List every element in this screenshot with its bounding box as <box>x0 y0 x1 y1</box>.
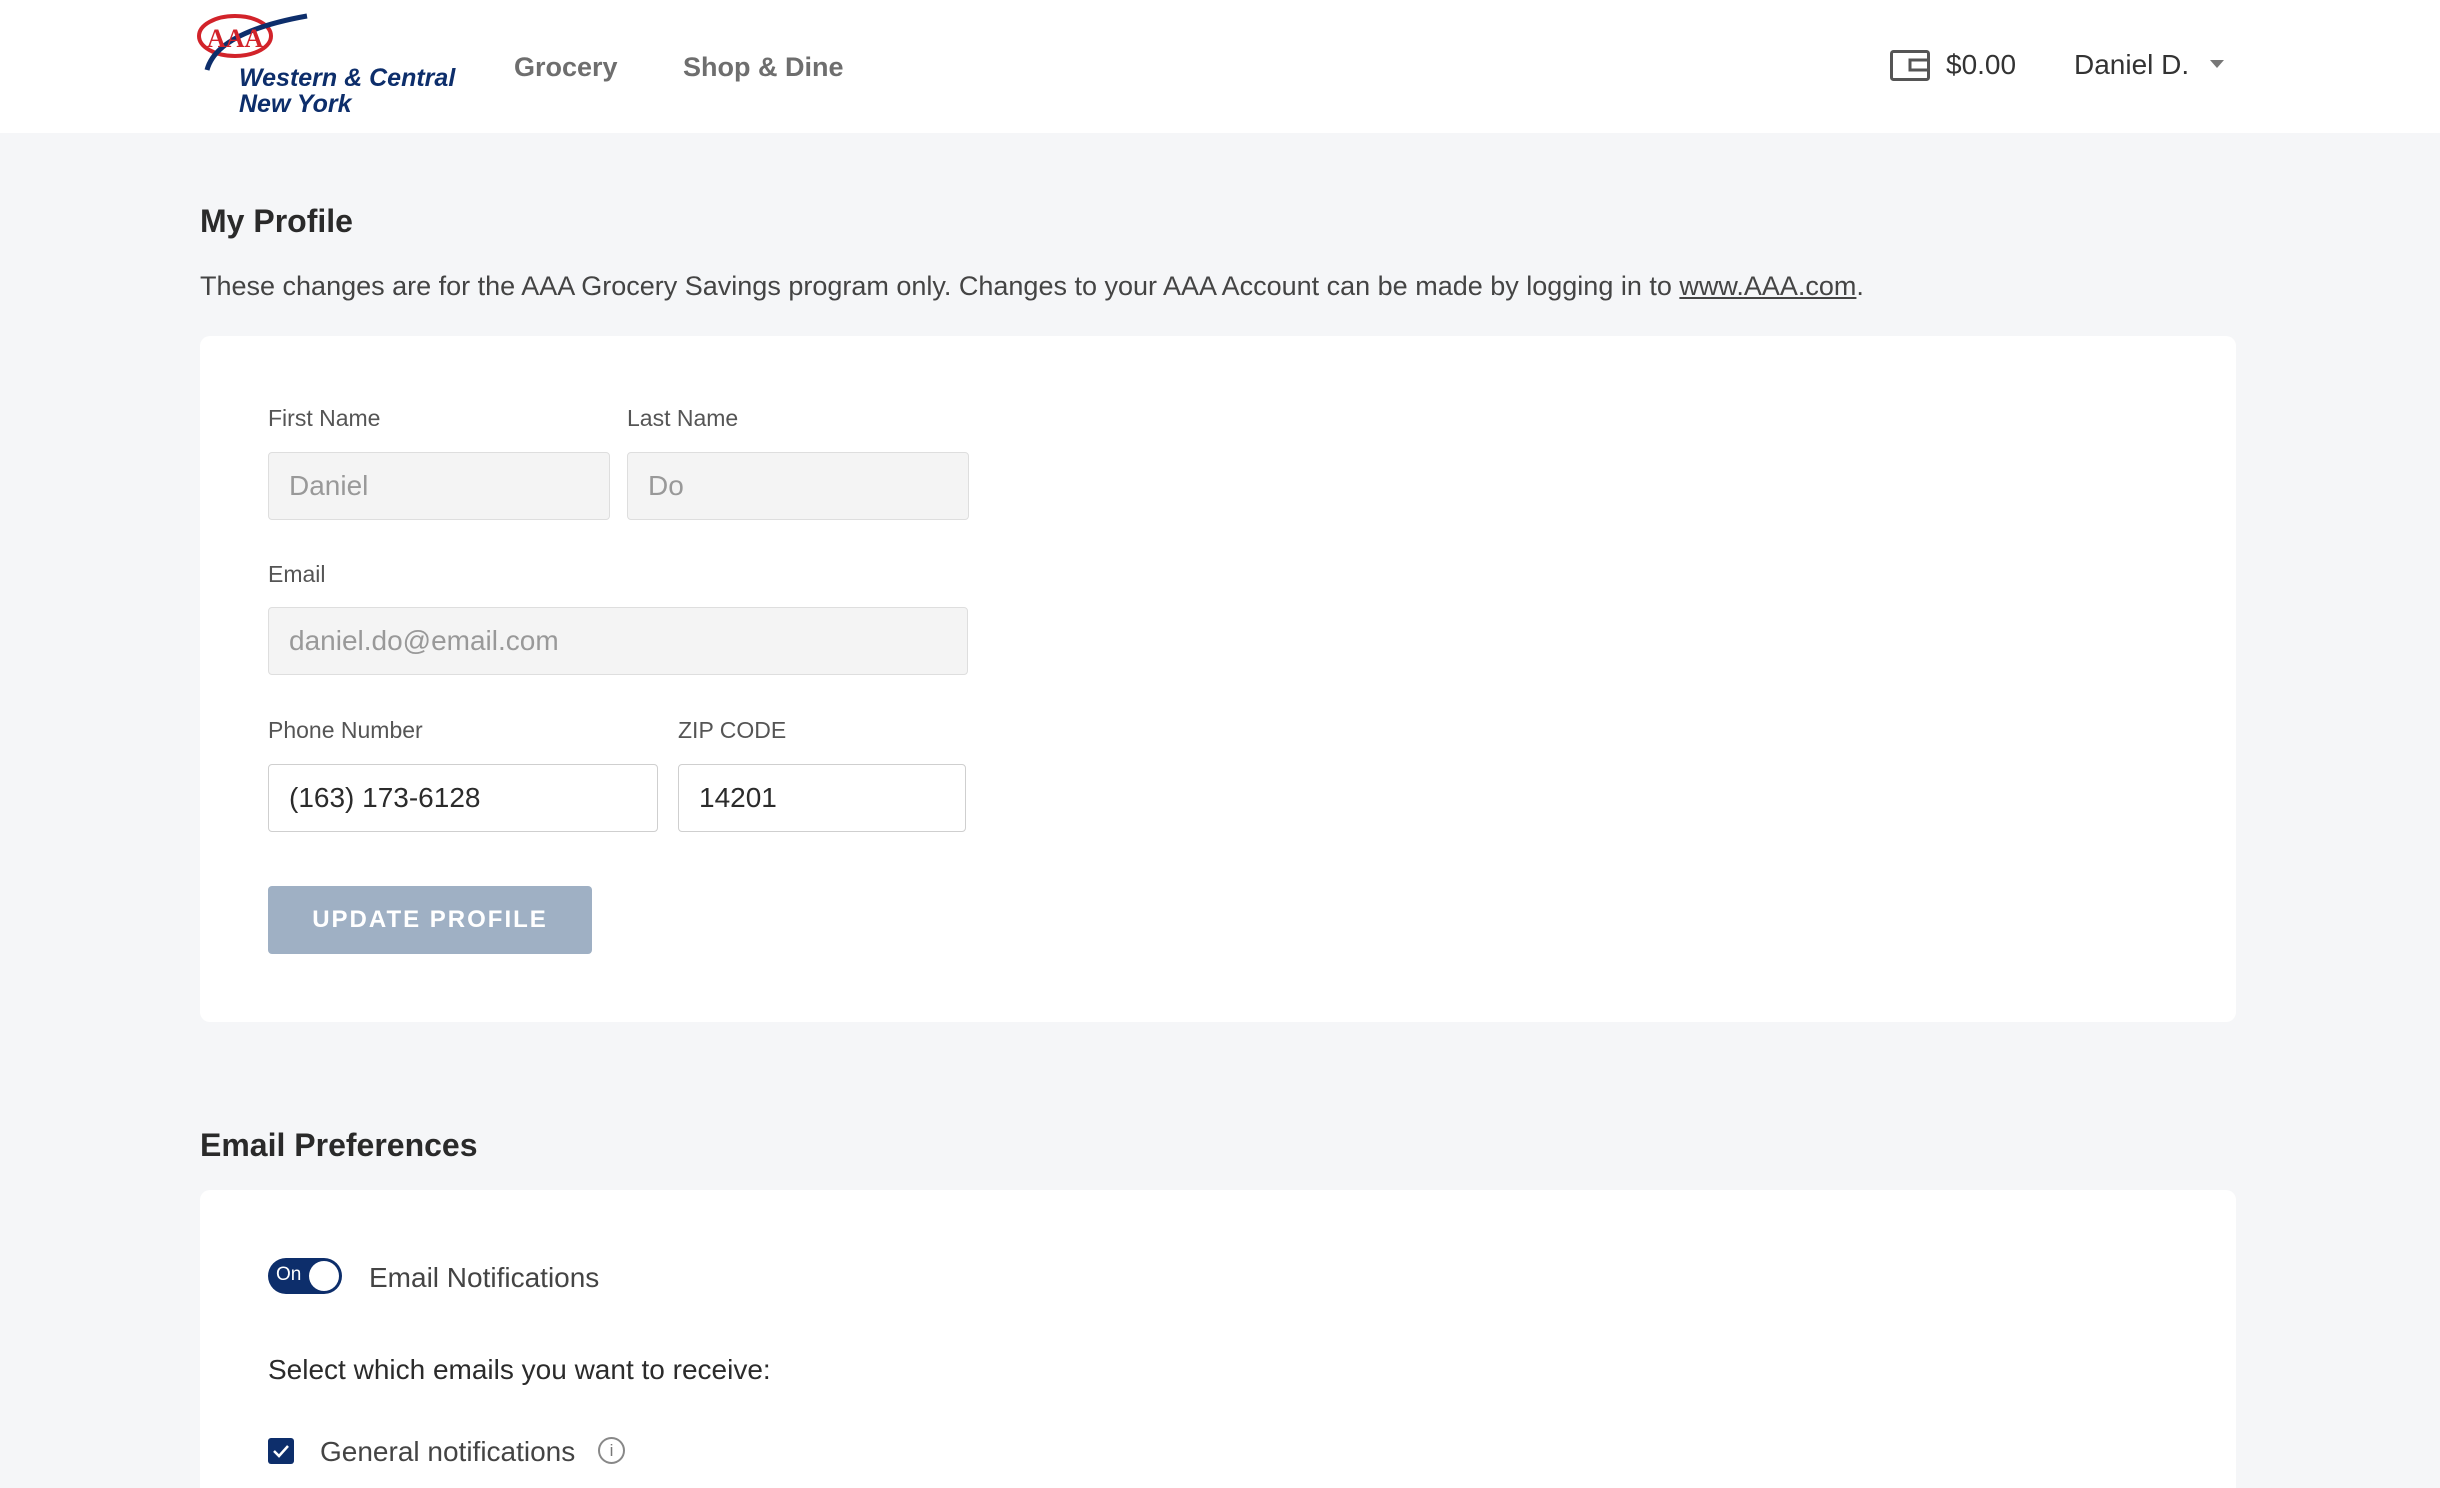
phone-number-label: Phone Number <box>268 717 423 743</box>
intro-text: These changes are for the AAA Grocery Sa… <box>200 271 1680 301</box>
zip-code-label: ZIP CODE <box>678 717 787 743</box>
update-profile-button[interactable]: UPDATE PROFILE <box>268 886 592 954</box>
svg-text:AAA: AAA <box>207 24 264 53</box>
info-icon[interactable]: i <box>598 1437 625 1464</box>
aaa-website-link[interactable]: www.AAA.com <box>1679 271 1856 301</box>
checkmark-icon <box>273 1445 289 1458</box>
last-name-field[interactable] <box>627 452 969 520</box>
first-name-label: First Name <box>268 405 381 431</box>
nav-grocery-link[interactable]: Grocery <box>514 52 618 83</box>
aaa-logo[interactable]: AAA Western & Central New York <box>197 12 457 122</box>
profile-intro-text: These changes are for the AAA Grocery Sa… <box>200 271 1864 302</box>
page-title: My Profile <box>200 203 353 239</box>
select-emails-prompt: Select which emails you want to receive: <box>268 1354 771 1385</box>
logo-text-line2: New York <box>239 90 352 118</box>
email-field[interactable] <box>268 607 968 675</box>
nav-shop-dine-link[interactable]: Shop & Dine <box>683 52 844 83</box>
email-preferences-title: Email Preferences <box>200 1127 478 1163</box>
intro-text-end: . <box>1856 271 1864 301</box>
first-name-field[interactable] <box>268 452 610 520</box>
zip-code-field[interactable] <box>678 764 966 832</box>
toggle-knob <box>309 1261 339 1291</box>
email-notifications-label: Email Notifications <box>369 1262 600 1293</box>
last-name-label: Last Name <box>627 405 739 431</box>
phone-number-field[interactable] <box>268 764 658 832</box>
email-notifications-toggle[interactable]: On <box>268 1258 342 1294</box>
wallet-balance[interactable]: $0.00 <box>1946 49 2016 81</box>
general-notifications-checkbox[interactable] <box>268 1438 294 1464</box>
general-notifications-label: General notifications <box>320 1436 576 1467</box>
email-label: Email <box>268 561 326 587</box>
toggle-state-text: On <box>276 1264 302 1285</box>
logo-text-line1: Western & Central <box>239 64 456 92</box>
wallet-icon[interactable] <box>1890 50 1930 81</box>
chevron-down-icon[interactable] <box>2210 60 2224 68</box>
user-menu[interactable]: Daniel D. <box>2074 49 2189 81</box>
top-header: AAA Western & Central New York Grocery S… <box>0 0 2440 133</box>
